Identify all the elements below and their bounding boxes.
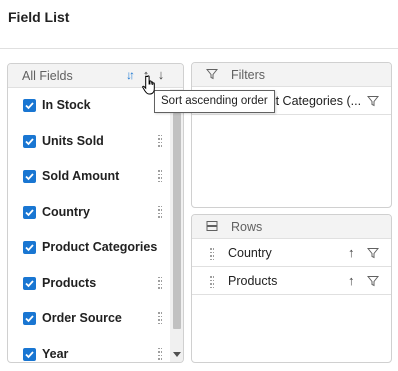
filters-title: Filters: [231, 68, 266, 82]
filter-icon[interactable]: [366, 247, 380, 262]
checkbox[interactable]: [23, 241, 36, 254]
checkbox[interactable]: [23, 134, 36, 148]
sort-toggle-icon[interactable]: ↓↑: [122, 67, 136, 83]
field-item-country[interactable]: Country: [8, 196, 170, 232]
field-item-products[interactable]: Products: [8, 267, 170, 303]
drag-handle-icon[interactable]: [158, 276, 162, 289]
checkbox[interactable]: [23, 347, 36, 361]
field-label: Year: [42, 346, 69, 361]
sort-ascending-icon[interactable]: ↑: [348, 245, 355, 260]
scrollbar-thumb[interactable]: [173, 113, 181, 329]
field-item-product-categories[interactable]: Product Categories: [8, 231, 170, 267]
field-label: Sold Amount: [42, 169, 120, 183]
field-label: Units Sold: [42, 133, 104, 148]
rows-header: Rows: [192, 215, 391, 239]
field-item-year[interactable]: Year: [8, 338, 170, 363]
filters-header: Filters: [192, 63, 391, 87]
rows-panel: Rows Country ↑ Products ↑: [191, 214, 392, 363]
sort-ascending-tooltip: Sort ascending order: [154, 90, 275, 113]
checkbox[interactable]: [23, 99, 36, 112]
sort-descending-icon[interactable]: ↓: [154, 67, 168, 83]
rows-icon: [206, 220, 218, 235]
field-label: In Stock: [42, 98, 91, 112]
field-item-sold-amount[interactable]: Sold Amount: [8, 160, 170, 196]
field-list-scrollbar[interactable]: [170, 89, 183, 362]
checkbox[interactable]: [23, 312, 36, 325]
drag-handle-icon[interactable]: [158, 205, 162, 218]
sort-ascending-icon[interactable]: ↑: [139, 67, 153, 83]
rows-title: Rows: [231, 220, 263, 234]
checkbox[interactable]: [23, 276, 36, 290]
field-label: Product Categories: [42, 240, 158, 254]
all-fields-title: All Fields: [22, 69, 73, 83]
row-pill-products[interactable]: Products ↑: [192, 267, 391, 295]
checkbox[interactable]: [23, 170, 36, 183]
filter-icon: [205, 68, 219, 83]
drag-handle-icon[interactable]: [158, 134, 162, 147]
drag-handle-icon[interactable]: [210, 276, 214, 288]
filter-icon[interactable]: [366, 95, 380, 110]
field-list: In Stock Units Sold Sold Amount Country …: [8, 89, 170, 363]
field-item-in-stock[interactable]: In Stock: [8, 89, 170, 125]
row-pill-country[interactable]: Country ↑: [192, 239, 391, 267]
checkbox[interactable]: [23, 205, 36, 219]
field-label: Products: [42, 275, 97, 290]
drag-handle-icon[interactable]: [210, 248, 214, 260]
drag-handle-icon[interactable]: [158, 312, 162, 324]
field-label: Order Source: [42, 311, 122, 325]
all-fields-header: All Fields ↓↑ ↑ ↓: [8, 64, 183, 88]
sort-ascending-icon[interactable]: ↑: [348, 273, 355, 288]
title-divider: [0, 48, 398, 49]
filter-icon[interactable]: [366, 275, 380, 290]
field-item-order-source[interactable]: Order Source: [8, 302, 170, 338]
drag-handle-icon[interactable]: [158, 347, 162, 360]
field-label: Country: [42, 204, 90, 219]
pill-label: Country: [228, 246, 272, 260]
pill-label: Products: [228, 274, 278, 288]
filters-panel: Filters Product Categories (...: [191, 62, 392, 208]
scroll-down-arrow-icon[interactable]: [173, 352, 181, 357]
page-title: Field List: [8, 9, 70, 25]
drag-handle-icon[interactable]: [158, 170, 162, 182]
field-item-units-sold[interactable]: Units Sold: [8, 125, 170, 161]
